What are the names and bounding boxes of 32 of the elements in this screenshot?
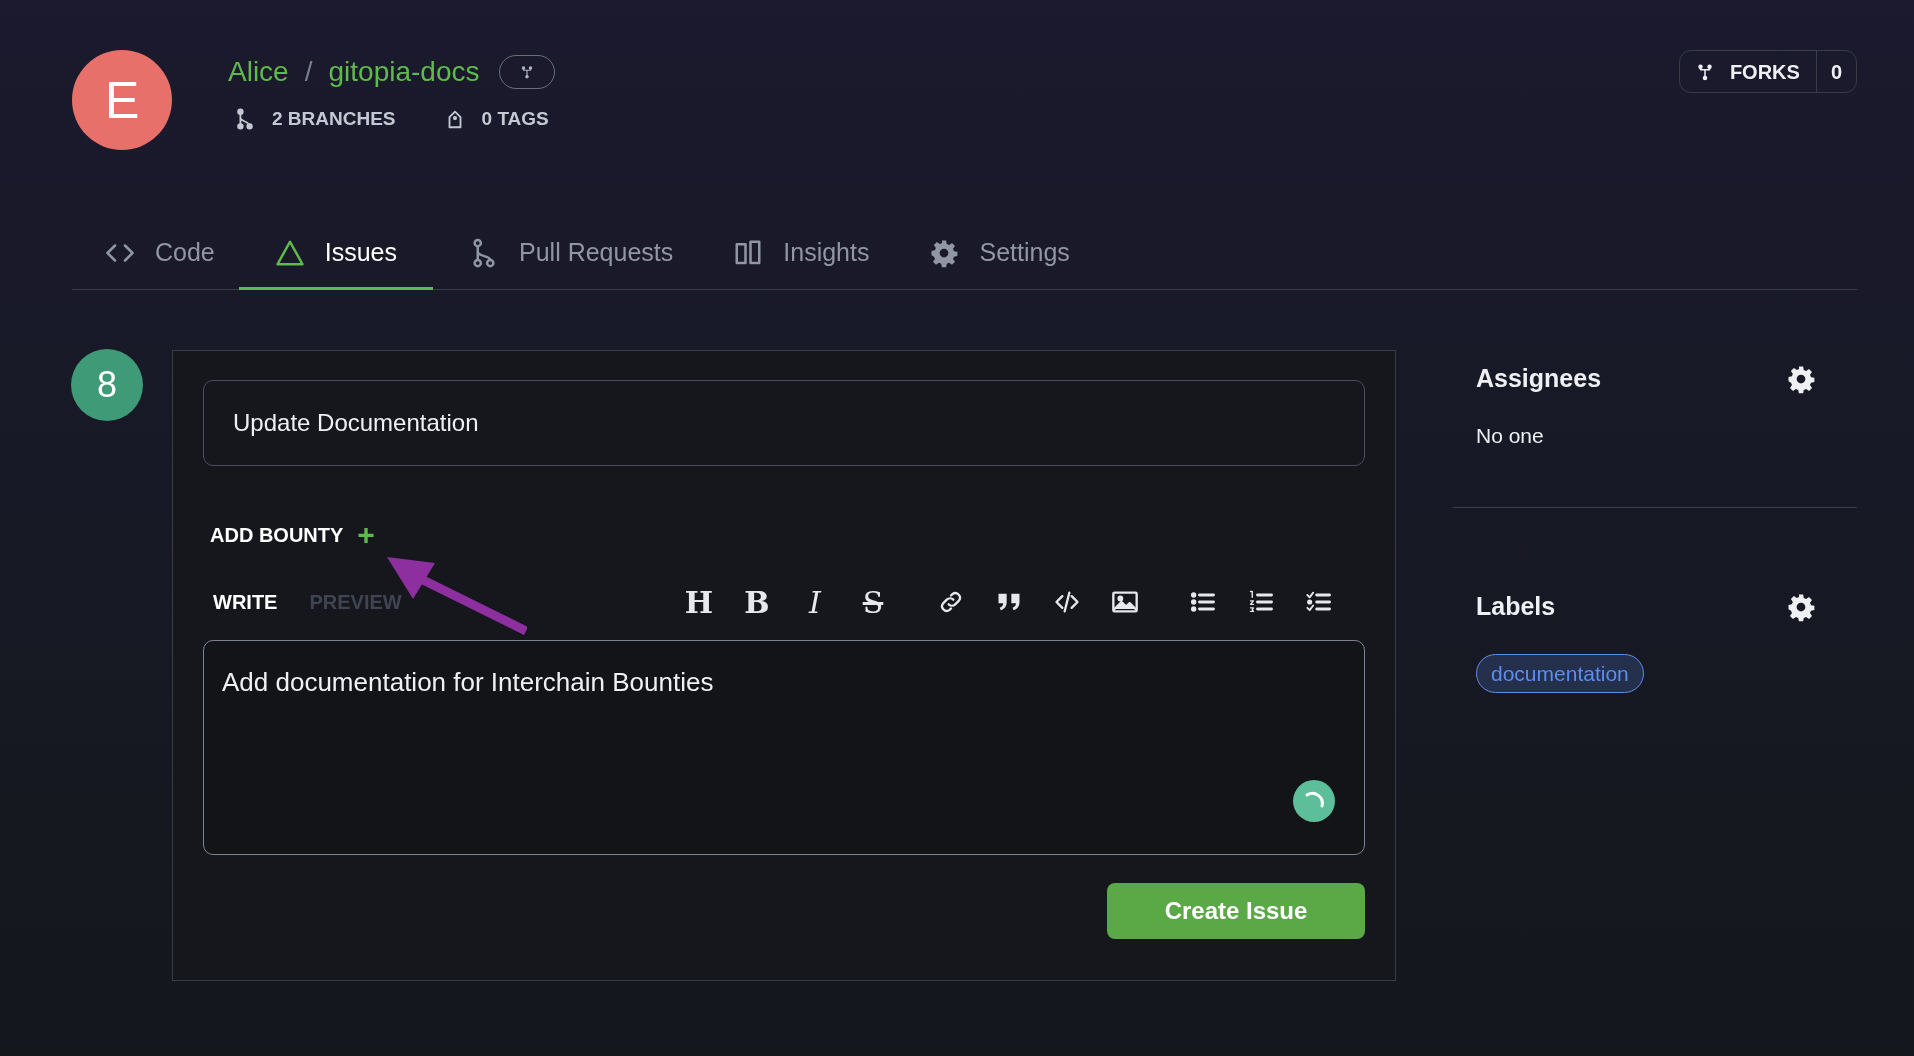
forks-count: 0: [1829, 59, 1843, 85]
label-tag[interactable]: documentation: [1476, 653, 1644, 693]
heading-button[interactable]: H: [679, 582, 719, 622]
avatar: E: [72, 50, 172, 150]
branches-count[interactable]: 2 BRANCHES: [272, 104, 396, 134]
owner-link[interactable]: Alice: [228, 50, 289, 93]
title-input[interactable]: Update Documentation: [203, 380, 1365, 466]
branch-icon: [234, 108, 256, 130]
editor-tab[interactable]: WRITE: [213, 587, 278, 617]
nav-tab[interactable]: Code: [105, 218, 215, 290]
italic-button[interactable]: I: [795, 582, 835, 622]
fork-icon: [520, 64, 535, 79]
spinner-icon: [1293, 780, 1335, 822]
nav-tab[interactable]: Pull Requests: [469, 218, 674, 290]
add-bounty-button[interactable]: +: [357, 520, 375, 550]
body-textarea[interactable]: Add documentation for Interchain Bounties: [203, 640, 1365, 855]
nav-tab[interactable]: Insights: [733, 218, 870, 290]
nav-tab[interactable]: Settings: [929, 218, 1070, 290]
bold-button[interactable]: B: [737, 582, 777, 622]
add-bounty-label: ADD BOUNTY: [210, 523, 344, 548]
section-heading: Labels: [1476, 591, 1556, 622]
path-separator: /: [304, 54, 313, 89]
assignee-value: No one: [1476, 422, 1545, 449]
tags-count[interactable]: 0 TAGS: [481, 104, 549, 134]
forks-label: FORKS: [1729, 59, 1800, 85]
nav-tab[interactable]: Issues: [238, 218, 434, 290]
fork-icon: [1695, 62, 1714, 81]
section-heading: Assignees: [1476, 363, 1602, 394]
issue-number: 8: [71, 349, 143, 421]
forks-button[interactable]: FORKS 0: [1678, 50, 1857, 93]
strike-button[interactable]: S: [853, 582, 893, 622]
repo-name-link[interactable]: gitopia-docs: [328, 50, 480, 93]
